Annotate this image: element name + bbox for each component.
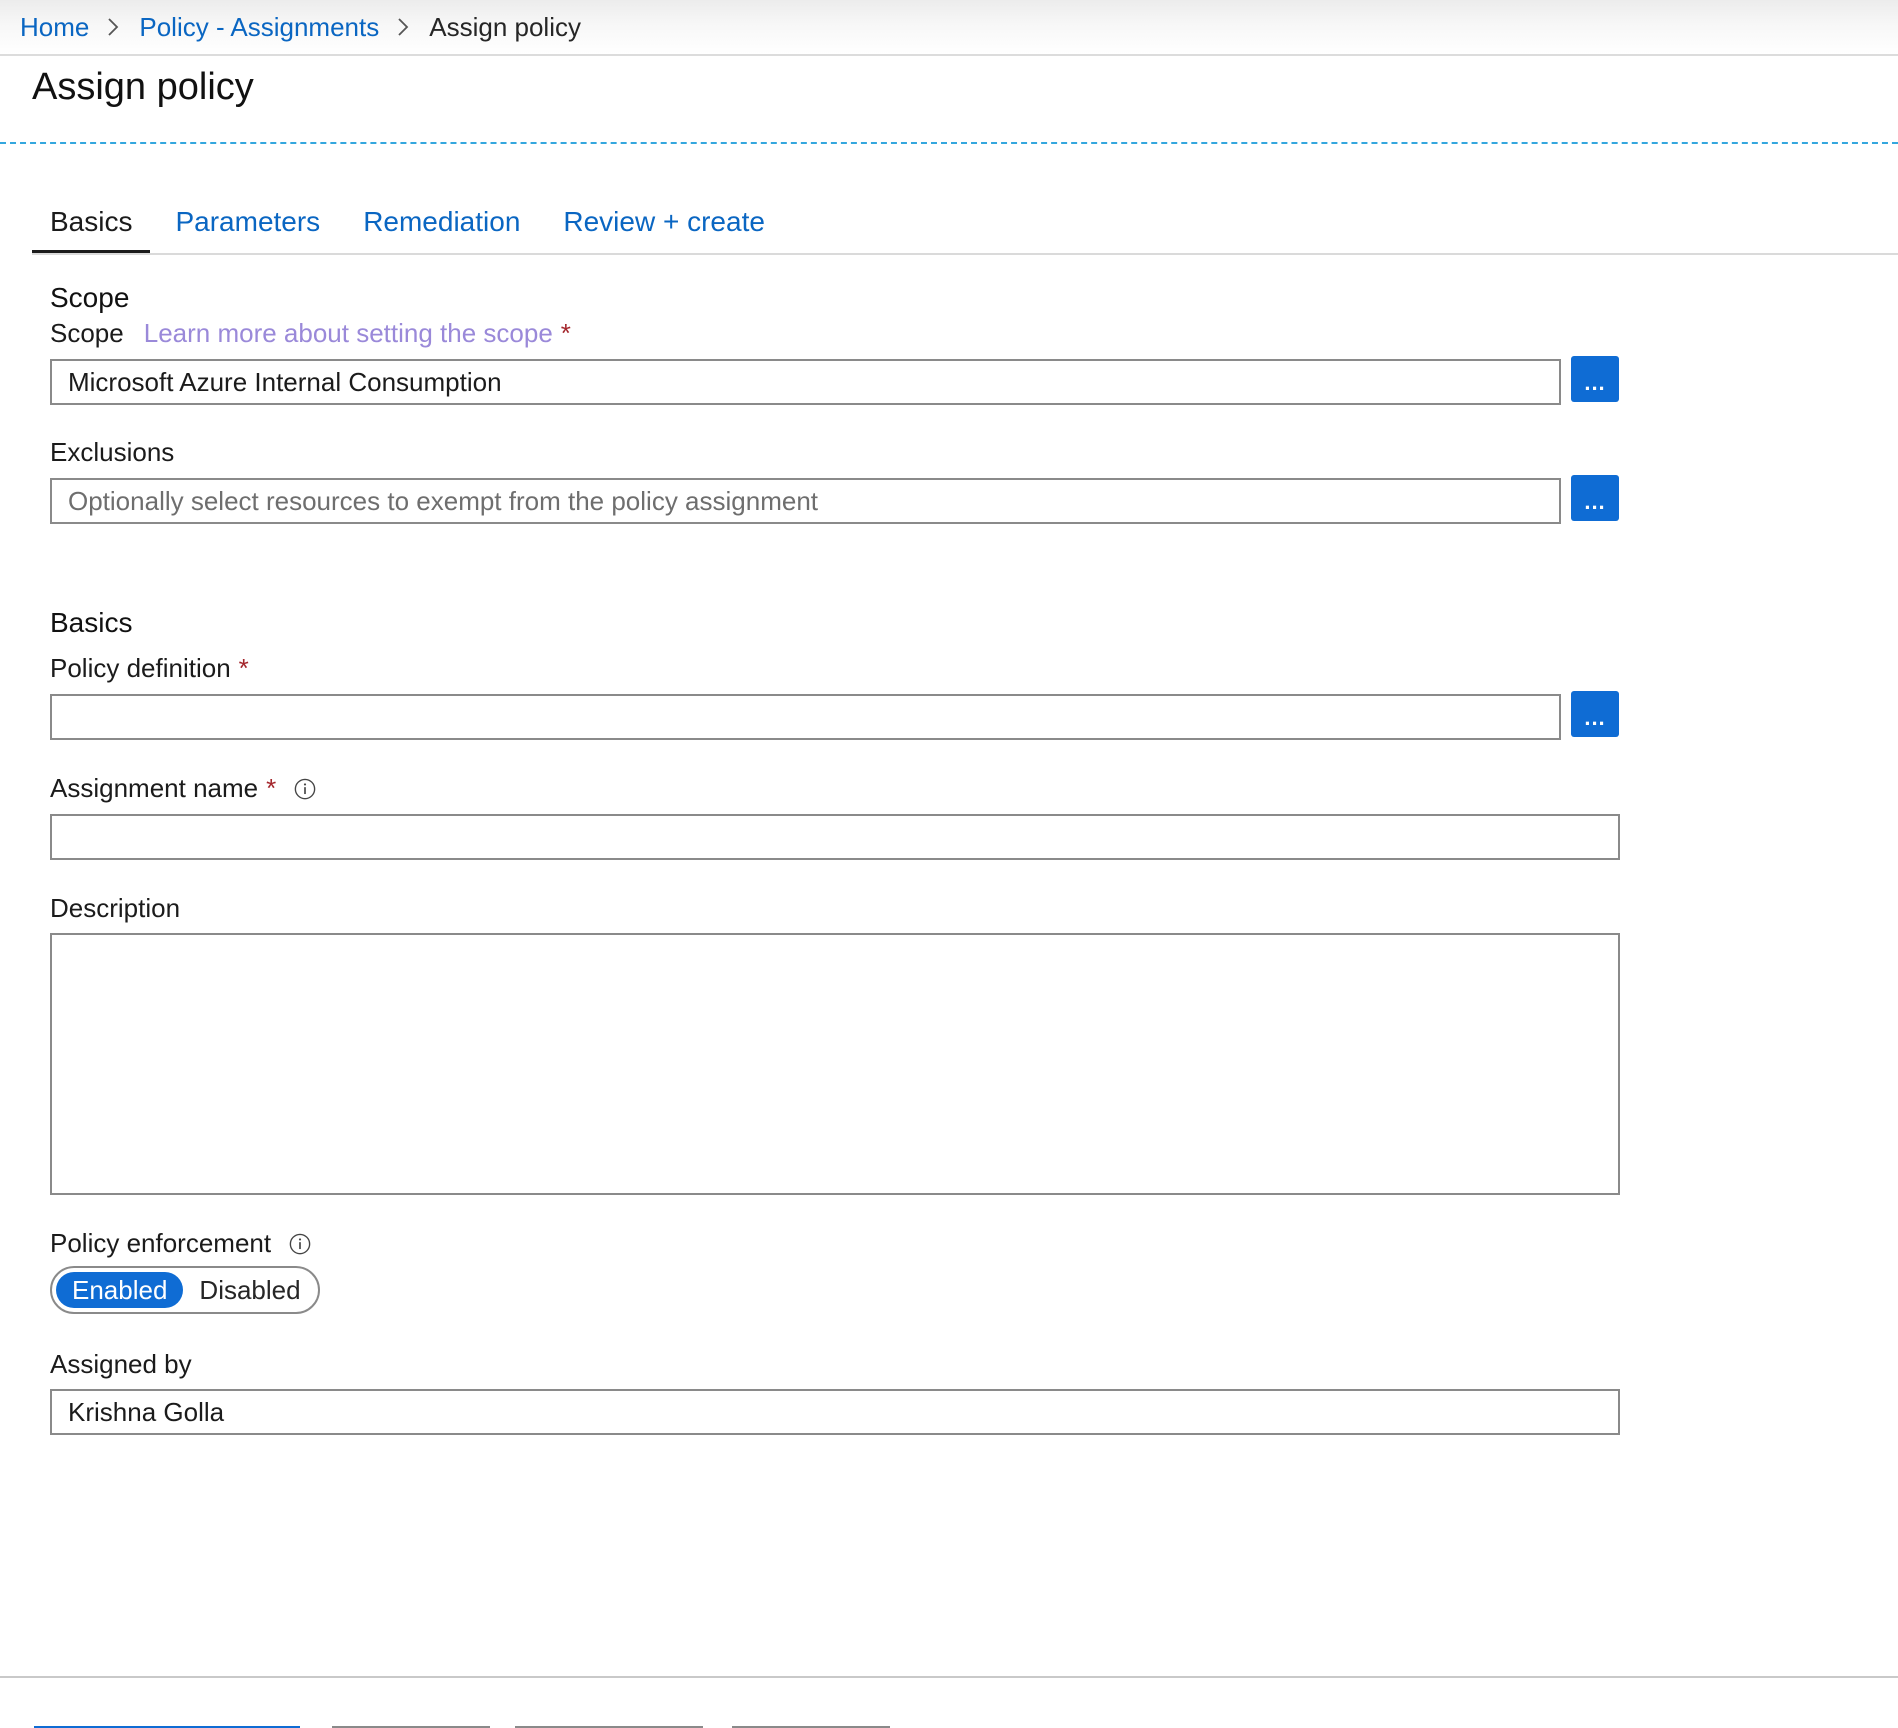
info-icon[interactable] [289, 1233, 311, 1255]
scope-section-heading: Scope [50, 282, 130, 313]
loading-divider [0, 142, 1898, 144]
policy-enforcement-toggle[interactable]: Enabled Disabled [50, 1266, 320, 1314]
chevron-right-icon [393, 17, 413, 37]
policy-definition-browse-button[interactable]: ... [1571, 691, 1619, 737]
policy-enforcement-label-row: Policy enforcement [50, 1228, 311, 1259]
tab-review-create[interactable]: Review + create [545, 198, 783, 254]
tab-remediation[interactable]: Remediation [345, 198, 538, 254]
breadcrumb-policy-assignments[interactable]: Policy - Assignments [139, 12, 379, 43]
tab-parameters[interactable]: Parameters [157, 198, 338, 254]
basics-section-heading: Basics [50, 607, 133, 638]
assigned-by-label: Assigned by [50, 1349, 192, 1379]
breadcrumb-current: Assign policy [429, 11, 581, 42]
scope-label-row: Scope Learn more about setting the scope… [50, 318, 571, 349]
enforcement-disabled-option[interactable]: Disabled [183, 1272, 316, 1308]
info-icon[interactable] [294, 778, 316, 800]
exclusions-label: Exclusions [50, 437, 175, 467]
page-title: Assign policy [32, 66, 254, 108]
footer-divider [0, 1676, 1898, 1678]
breadcrumb: Home Policy - Assignments Assign policy [20, 0, 581, 54]
learn-more-scope-link[interactable]: Learn more about setting the scope [144, 318, 553, 349]
description-label: Description [50, 893, 181, 923]
chevron-right-icon [103, 17, 123, 37]
assignment-name-label-row: Assignment name * [50, 773, 316, 804]
policy-definition-label: Policy definition [50, 653, 231, 683]
tab-bar: Basics Parameters Remediation Review + c… [32, 198, 790, 254]
policy-definition-label-row: Policy definition * [50, 653, 249, 684]
enforcement-enabled-option[interactable]: Enabled [56, 1272, 184, 1308]
scope-label: Scope [50, 318, 124, 348]
policy-definition-field[interactable] [50, 694, 1561, 740]
exclusions-browse-button[interactable]: ... [1571, 475, 1619, 521]
breadcrumb-home[interactable]: Home [20, 12, 89, 43]
required-marker: * [560, 318, 571, 348]
assigned-by-field[interactable]: Krishna Golla [50, 1389, 1620, 1435]
tab-divider [32, 253, 1898, 255]
exclusions-field[interactable]: Optionally select resources to exempt fr… [50, 478, 1561, 524]
assignment-name-field[interactable] [50, 814, 1620, 860]
top-bar: Home Policy - Assignments Assign policy [0, 0, 1898, 56]
description-textarea[interactable] [50, 933, 1620, 1195]
tab-basics[interactable]: Basics [32, 198, 151, 254]
required-marker: * [266, 773, 277, 803]
scope-field[interactable]: Microsoft Azure Internal Consumption [50, 359, 1561, 405]
assignment-name-label: Assignment name [50, 773, 259, 803]
policy-enforcement-label: Policy enforcement [50, 1228, 272, 1258]
required-marker: * [238, 653, 249, 683]
scope-browse-button[interactable]: ... [1571, 356, 1619, 402]
